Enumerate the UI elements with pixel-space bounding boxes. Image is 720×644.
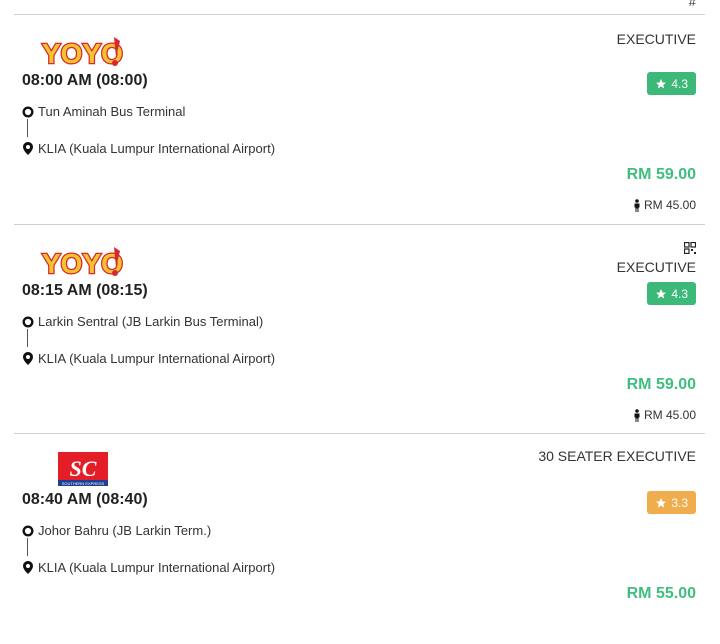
origin-circle-icon [22, 315, 34, 328]
route-line [27, 329, 28, 347]
child-price: RM 45.00 [633, 408, 696, 422]
departure-time: 08:00 AM (08:00) [22, 72, 148, 89]
map-marker-icon [22, 561, 34, 574]
adult-price: RM 59.00 [626, 376, 696, 393]
rating-value: 3.3 [671, 495, 688, 510]
origin-stop: Larkin Sentral (JB Larkin Bus Terminal) [22, 314, 263, 329]
child-icon [634, 408, 640, 422]
bus-class: EXECUTIVE [616, 31, 696, 47]
trip-card[interactable]: YOYO EXECUTIVE 08:15 AM (08:15) Larkin S… [14, 225, 705, 435]
adult-price: RM 59.00 [626, 166, 696, 183]
svg-text:SC: SC [70, 456, 97, 481]
destination-name: KLIA (Kuala Lumpur International Airport… [38, 141, 276, 156]
trip-card[interactable]: YOYO EXECUTIVE 08:00 AM (08:00) Tun Amin… [14, 15, 705, 225]
map-marker-icon [22, 352, 34, 365]
map-marker-icon [22, 142, 34, 155]
route-line [27, 538, 28, 556]
bus-class: 30 SEATER EXECUTIVE [538, 448, 696, 464]
destination-stop: KLIA (Kuala Lumpur International Airport… [22, 351, 275, 366]
rating-badge[interactable]: 4.3 [647, 282, 696, 305]
origin-circle-icon [22, 105, 34, 118]
origin-circle-icon [22, 524, 34, 537]
adult-price: RM 55.00 [626, 585, 696, 602]
rating-value: 4.3 [671, 76, 688, 91]
rating-badge[interactable]: 3.3 [647, 491, 696, 514]
child-icon [634, 198, 640, 212]
destination-stop: KLIA (Kuala Lumpur International Airport… [22, 560, 275, 575]
star-icon [656, 288, 667, 298]
origin-name: Tun Aminah Bus Terminal [38, 104, 186, 119]
star-icon [656, 497, 667, 507]
yoyo-logo: YOYO [40, 35, 124, 69]
yoyo-logo: YOYO [40, 245, 124, 279]
destination-stop: KLIA (Kuala Lumpur International Airport… [22, 141, 275, 156]
svg-text:YOYO: YOYO [42, 38, 123, 69]
departure-time: 08:15 AM (08:15) [22, 282, 148, 299]
destination-name: KLIA (Kuala Lumpur International Airport… [38, 351, 276, 366]
svg-text:YOYO: YOYO [42, 248, 123, 279]
route-line [27, 119, 28, 137]
child-price-value: RM 45.00 [643, 408, 696, 422]
child-price-value: RM 45.00 [643, 198, 696, 212]
svg-text:SOUTHERN EXPRESS: SOUTHERN EXPRESS [62, 481, 105, 486]
origin-name: Larkin Sentral (JB Larkin Bus Terminal) [38, 314, 264, 329]
qr-code-icon [683, 241, 697, 255]
rating-value: 4.3 [671, 286, 688, 301]
top-fragment: # [688, 0, 696, 9]
departure-time: 08:40 AM (08:40) [22, 491, 148, 508]
origin-stop: Johor Bahru (JB Larkin Term.) [22, 523, 211, 538]
origin-stop: Tun Aminah Bus Terminal [22, 104, 185, 119]
bus-class: EXECUTIVE [616, 259, 696, 275]
star-icon [656, 78, 667, 88]
trip-card[interactable]: SC SOUTHERN EXPRESS 30 SEATER EXECUTIVE … [14, 434, 705, 644]
southern-express-logo: SC SOUTHERN EXPRESS [58, 452, 108, 486]
destination-name: KLIA (Kuala Lumpur International Airport… [38, 560, 276, 575]
origin-name: Johor Bahru (JB Larkin Term.) [38, 523, 212, 538]
child-price: RM 45.00 [633, 198, 696, 212]
rating-badge[interactable]: 4.3 [647, 72, 696, 95]
